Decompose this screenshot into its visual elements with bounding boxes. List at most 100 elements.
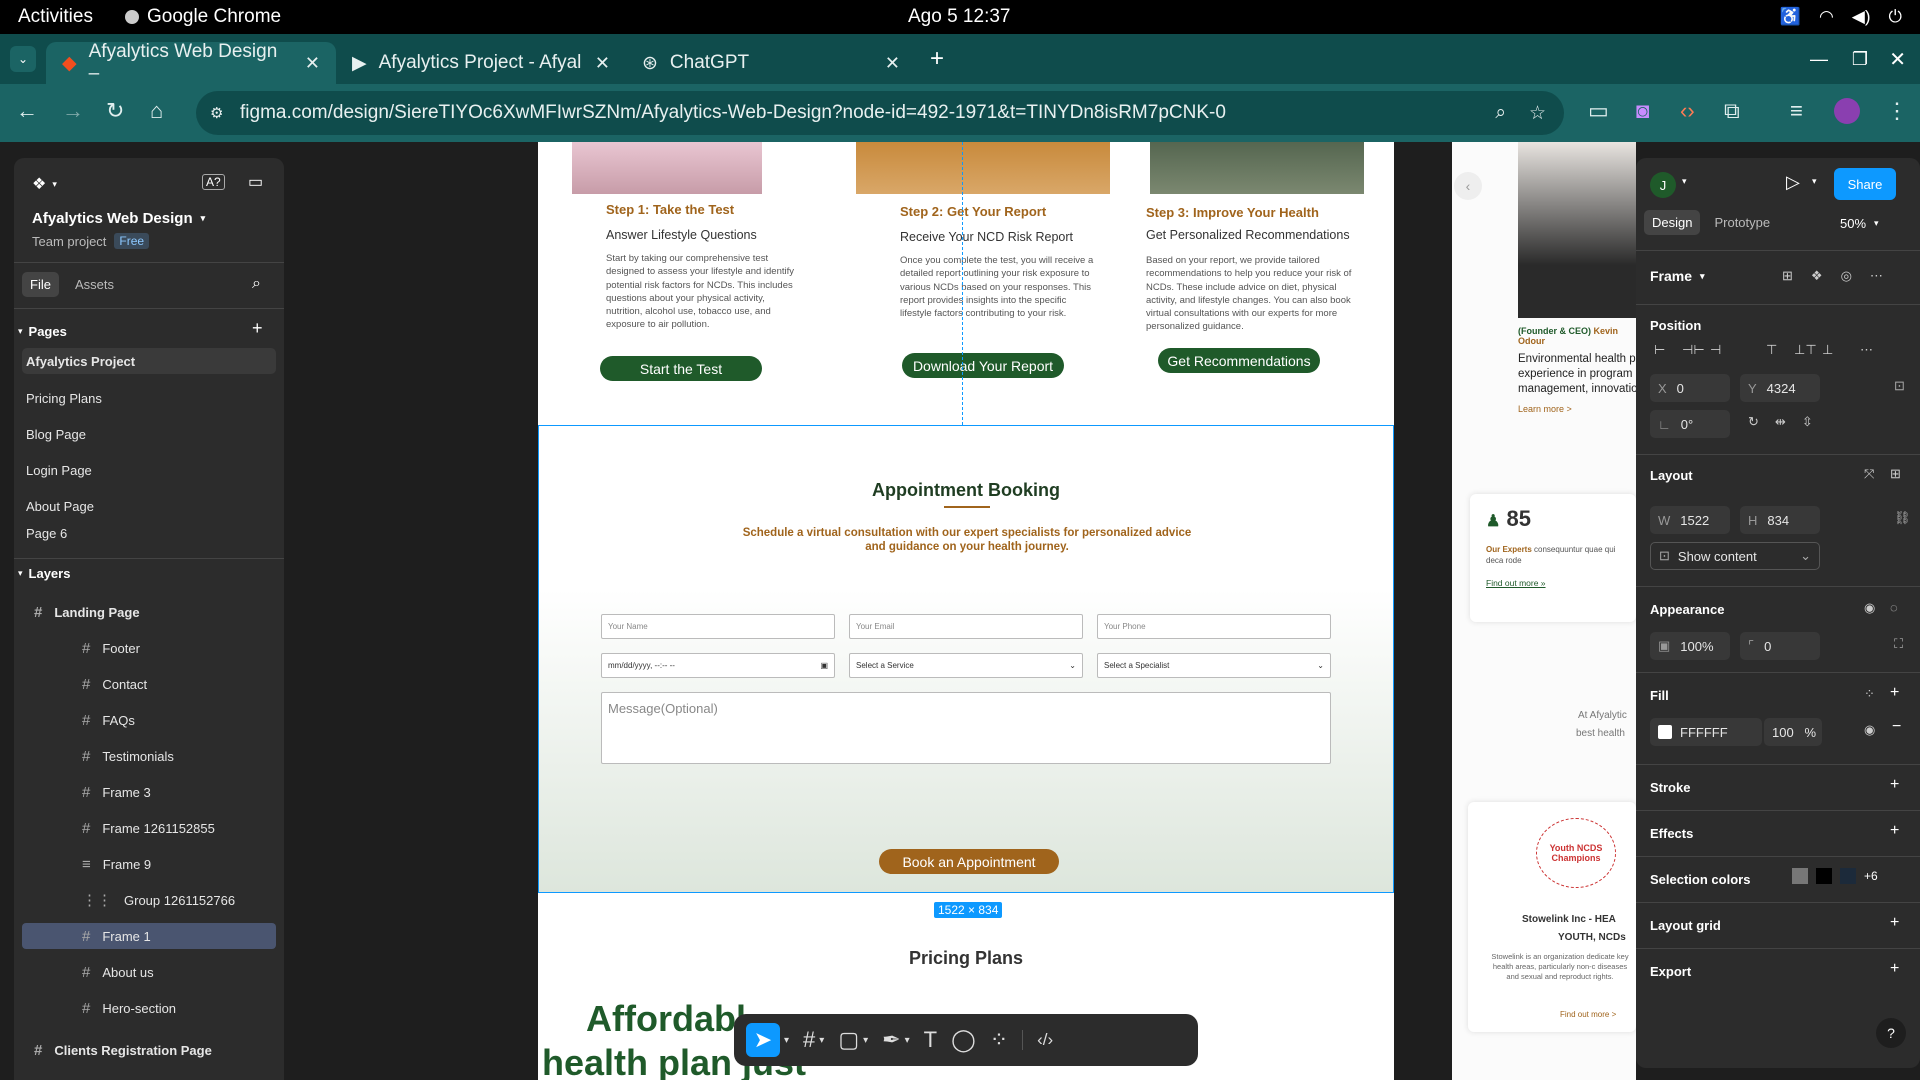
auto-layout-icon[interactable]: ⊞ bbox=[1890, 466, 1901, 482]
component-icon[interactable]: ❖ bbox=[1811, 268, 1823, 284]
more-icon[interactable]: ⋯ bbox=[1870, 268, 1883, 284]
profile-avatar[interactable] bbox=[1834, 98, 1860, 124]
sidebar-toggle-icon[interactable]: ▭ bbox=[248, 172, 263, 192]
pen-tool-icon[interactable]: ✒ bbox=[882, 1027, 900, 1053]
layer-item[interactable]: # Contact bbox=[14, 666, 284, 702]
app-menu[interactable]: Google Chrome bbox=[124, 6, 281, 28]
bookmark-icon[interactable]: ☆ bbox=[1529, 102, 1546, 125]
independent-corners-icon[interactable]: ⛶ bbox=[1894, 636, 1903, 652]
chevron-down-icon[interactable]: ▾ bbox=[1682, 176, 1687, 187]
layer-item[interactable]: ⋮⋮ Group 1261152766 bbox=[14, 882, 284, 918]
rectangle-tool-icon[interactable]: ▢ bbox=[838, 1027, 859, 1053]
layer-item[interactable]: # Frame 3 bbox=[14, 774, 284, 810]
rotation-field[interactable]: ∟ 0° bbox=[1650, 410, 1730, 438]
main-menu-button[interactable]: ❖ ▾ bbox=[32, 174, 57, 194]
align-top-icon[interactable]: ⊤ bbox=[1766, 342, 1794, 358]
width-field[interactable]: W 1522 bbox=[1650, 506, 1730, 534]
more-align-icon[interactable]: ⋯ bbox=[1860, 342, 1873, 358]
fill-opacity-field[interactable]: 100% bbox=[1764, 718, 1822, 746]
page-item[interactable]: Login Page bbox=[14, 452, 284, 488]
layer-item[interactable]: # Frame 1261152855 bbox=[14, 810, 284, 846]
devtools-extension-icon[interactable]: ‹› bbox=[1680, 98, 1695, 124]
get-recommendations-button[interactable]: Get Recommendations bbox=[1158, 348, 1320, 373]
add-effect-button[interactable]: + bbox=[1890, 822, 1899, 840]
new-tab-button[interactable]: + bbox=[930, 45, 944, 73]
styles-icon[interactable]: ⁘ bbox=[1864, 686, 1875, 702]
forward-button[interactable]: → bbox=[62, 98, 84, 124]
page-item[interactable]: About Page bbox=[14, 488, 284, 524]
phone-input[interactable]: Your Phone bbox=[1097, 614, 1331, 639]
layer-landing-page[interactable]: # Landing Page bbox=[14, 594, 284, 630]
date-input[interactable]: mm/dd/yyyy, --:-- -- ▣ bbox=[601, 653, 835, 678]
ai-icon[interactable]: A? bbox=[202, 174, 225, 190]
align-bottom-icon[interactable]: ⊥ bbox=[1822, 342, 1850, 358]
frame-type-dropdown[interactable]: Frame ▾ bbox=[1650, 268, 1705, 284]
comment-tool-icon[interactable]: ◯ bbox=[951, 1027, 976, 1053]
add-page-button[interactable]: + bbox=[252, 318, 263, 339]
tab-search-button[interactable]: ⌄ bbox=[10, 46, 36, 72]
remove-fill-button[interactable]: − bbox=[1892, 718, 1901, 736]
swatch-black[interactable] bbox=[1816, 868, 1832, 884]
media-icon[interactable]: ≡ bbox=[1790, 98, 1803, 124]
zoom-icon[interactable]: ⌕ bbox=[1495, 102, 1506, 124]
eye-icon[interactable]: ◉ bbox=[1864, 722, 1875, 738]
flip-horizontal-icon[interactable]: ⇹ bbox=[1775, 414, 1786, 430]
layer-item[interactable]: # About us bbox=[14, 954, 284, 990]
tab-assets[interactable]: Assets bbox=[75, 277, 114, 292]
chrome-menu-icon[interactable]: ⋮ bbox=[1886, 98, 1908, 124]
clock[interactable]: Ago 5 12:37 bbox=[908, 6, 1010, 28]
add-stroke-button[interactable]: + bbox=[1890, 776, 1899, 794]
layer-item[interactable]: # Hero-section bbox=[14, 990, 284, 1026]
swatch-gray[interactable] bbox=[1792, 868, 1808, 884]
extension-icon[interactable]: ◙ bbox=[1636, 98, 1649, 124]
present-icon[interactable]: ▷ bbox=[1786, 172, 1800, 193]
close-icon[interactable]: ✕ bbox=[595, 53, 610, 74]
swatch-navy[interactable] bbox=[1840, 868, 1856, 884]
page-item[interactable]: Blog Page bbox=[14, 416, 284, 452]
x-field[interactable]: X0 bbox=[1650, 374, 1730, 402]
user-avatar[interactable]: J bbox=[1650, 172, 1676, 198]
corner-radius-field[interactable]: ⌜ 0 bbox=[1740, 632, 1820, 660]
service-select[interactable]: Select a Service ⌄ bbox=[849, 653, 1083, 678]
calendar-icon[interactable]: ▣ bbox=[820, 661, 828, 670]
message-textarea[interactable]: Message(Optional) bbox=[601, 692, 1331, 764]
chevron-down-icon[interactable]: ▾ bbox=[1812, 176, 1817, 187]
fill-swatch[interactable] bbox=[1658, 725, 1672, 739]
more-colors[interactable]: +6 bbox=[1864, 869, 1878, 883]
about-frame[interactable]: ‹ (Founder & CEO) Kevin Odour Environmen… bbox=[1452, 142, 1636, 1080]
pages-header[interactable]: ▾ Pages bbox=[18, 324, 67, 339]
fill-color-field[interactable]: FFFFFF bbox=[1650, 718, 1762, 746]
chevron-down-icon[interactable]: ▾ bbox=[784, 1035, 789, 1046]
clip-content-select[interactable]: ⊡ Show content ⌄ bbox=[1650, 542, 1820, 570]
tab-file[interactable]: File bbox=[22, 272, 59, 297]
layer-item[interactable]: # FAQs bbox=[14, 702, 284, 738]
tab-figma[interactable]: ◆ Afyalytics Web Design – ✕ bbox=[46, 41, 336, 84]
add-export-button[interactable]: + bbox=[1890, 960, 1899, 978]
flip-vertical-icon[interactable]: ⇳ bbox=[1802, 414, 1813, 430]
figma-canvas[interactable]: Step 1: Take the Test Answer Lifestyle Q… bbox=[284, 142, 1636, 1080]
layer-item[interactable]: # Footer bbox=[14, 630, 284, 666]
minimize-button[interactable]: — bbox=[1810, 49, 1828, 70]
close-icon[interactable]: ✕ bbox=[305, 53, 320, 74]
home-button[interactable]: ⌂ bbox=[150, 98, 163, 124]
height-field[interactable]: H 834 bbox=[1740, 506, 1820, 534]
appointment-booking-frame[interactable]: Appointment Booking Schedule a virtual c… bbox=[538, 425, 1394, 893]
page-item[interactable]: Page 6 bbox=[14, 524, 284, 542]
back-button[interactable]: ← bbox=[16, 98, 38, 124]
carousel-prev-button[interactable]: ‹ bbox=[1454, 172, 1482, 200]
layers-header[interactable]: ▾ Layers bbox=[18, 566, 70, 581]
add-grid-button[interactable]: + bbox=[1890, 914, 1899, 932]
frame-tool-icon[interactable]: # bbox=[803, 1027, 815, 1053]
email-input[interactable]: Your Email bbox=[849, 614, 1083, 639]
dev-mode-icon[interactable]: ‹/› bbox=[1022, 1030, 1053, 1050]
partner-more-link[interactable]: Find out more > bbox=[1560, 1010, 1616, 1019]
plan-badge[interactable]: Free bbox=[114, 233, 150, 249]
extensions-puzzle-icon[interactable]: ⧉ bbox=[1724, 98, 1740, 124]
layer-item[interactable]: ≡ Frame 9 bbox=[14, 846, 284, 882]
zoom-control[interactable]: 50% ▾ bbox=[1840, 216, 1879, 231]
align-center-h-icon[interactable]: ⊣⊢ bbox=[1682, 342, 1710, 358]
page-item[interactable]: Afyalytics Project bbox=[22, 348, 276, 374]
y-field[interactable]: Y 4324 bbox=[1740, 374, 1820, 402]
lock-ratio-icon[interactable]: ⛓ bbox=[1894, 510, 1911, 526]
chevron-down-icon[interactable]: ▾ bbox=[863, 1035, 868, 1046]
